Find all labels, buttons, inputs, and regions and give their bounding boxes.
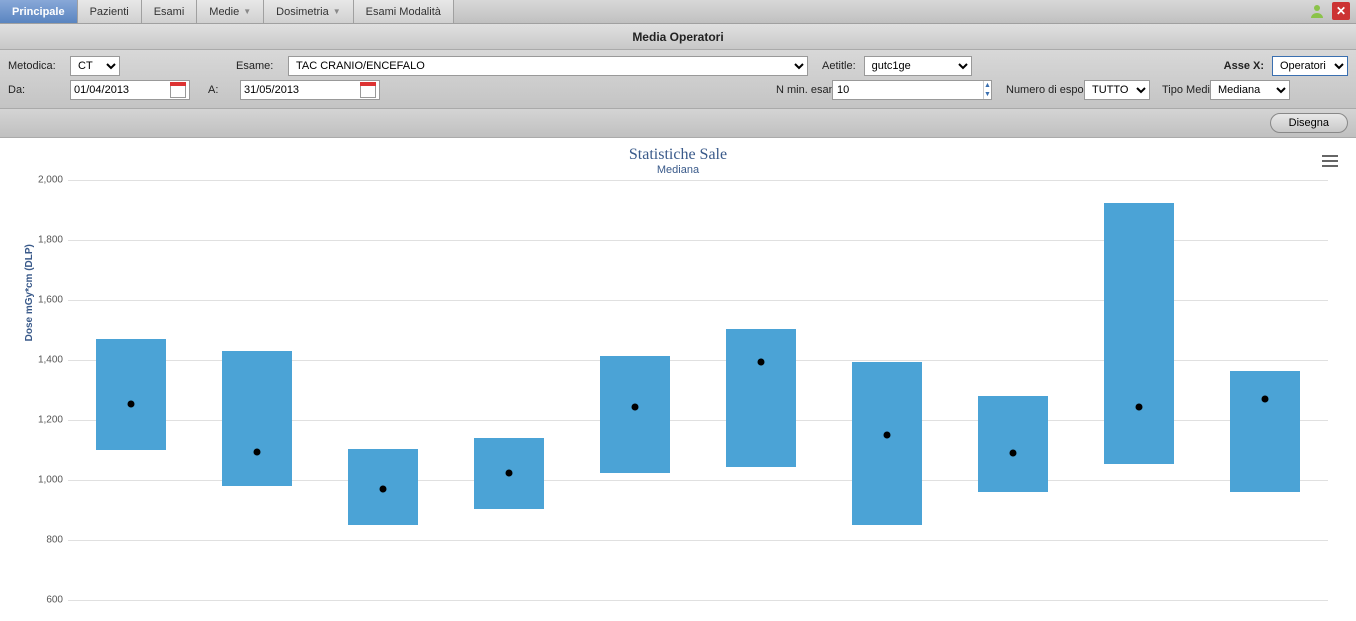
numesp-select[interactable]: TUTTO [1084, 80, 1150, 100]
median-dot[interactable] [128, 400, 135, 407]
chart-plot: Dose mGy*cm (DLP) 6008001,0001,2001,4001… [68, 180, 1328, 600]
aetitle-label: Aetitle: [822, 60, 856, 72]
numesp-label: Numero di esposizioni: [1006, 84, 1076, 96]
chart-title: Statistiche Sale [18, 146, 1338, 164]
median-dot[interactable] [1262, 396, 1269, 403]
page-title: Media Operatori [0, 24, 1356, 50]
median-dot[interactable] [758, 358, 765, 365]
top-nav: PrincipalePazientiEsamiMedie▼Dosimetria▼… [0, 0, 1356, 24]
range-bar[interactable] [600, 356, 671, 473]
range-bar[interactable] [1104, 203, 1175, 464]
nav-tab[interactable]: Pazienti [78, 0, 142, 23]
nav-tab[interactable]: Dosimetria▼ [264, 0, 354, 23]
chart-area: Statistiche Sale Mediana Dose mGy*cm (DL… [0, 138, 1356, 617]
spin-down-icon[interactable]: ▼ [984, 90, 991, 99]
close-icon[interactable]: ✕ [1332, 2, 1350, 20]
assex-label: Asse X: [1224, 60, 1264, 72]
y-tick: 800 [28, 535, 63, 546]
spin-up-icon[interactable]: ▲ [984, 81, 991, 90]
chart-menu-icon[interactable] [1322, 152, 1338, 170]
range-bar[interactable] [852, 362, 923, 526]
a-input[interactable] [240, 80, 380, 100]
nav-tabs: PrincipalePazientiEsamiMedie▼Dosimetria▼… [0, 0, 454, 23]
chart-subtitle: Mediana [18, 164, 1338, 176]
da-label: Da: [8, 84, 62, 96]
da-input[interactable] [70, 80, 190, 100]
metodica-select[interactable]: CT [70, 56, 120, 76]
range-bar[interactable] [978, 396, 1049, 492]
bar-slot [194, 180, 320, 600]
bar-slot [572, 180, 698, 600]
median-dot[interactable] [506, 469, 513, 476]
median-dot[interactable] [1136, 403, 1143, 410]
range-bar[interactable] [1230, 371, 1301, 493]
range-bar[interactable] [726, 329, 797, 467]
chevron-down-icon: ▼ [243, 7, 251, 16]
a-label: A: [208, 84, 232, 96]
action-row: Disegna [0, 109, 1356, 138]
nav-tab[interactable]: Esami Modalità [354, 0, 454, 23]
assex-select[interactable]: Operatori [1272, 56, 1348, 76]
bar-slot [320, 180, 446, 600]
median-dot[interactable] [1010, 450, 1017, 457]
range-bar[interactable] [96, 339, 167, 450]
nav-tab[interactable]: Medie▼ [197, 0, 264, 23]
esame-select[interactable]: TAC CRANIO/ENCEFALO [288, 56, 808, 76]
bar-slot [950, 180, 1076, 600]
median-dot[interactable] [380, 486, 387, 493]
y-tick: 1,400 [28, 355, 63, 366]
nmin-spinner[interactable]: ▲▼ [832, 80, 992, 100]
bar-slot [1076, 180, 1202, 600]
draw-button[interactable]: Disegna [1270, 113, 1348, 133]
y-tick: 2,000 [28, 175, 63, 186]
nav-tab[interactable]: Principale [0, 0, 78, 23]
bar-slot [1202, 180, 1328, 600]
calendar-icon[interactable] [170, 82, 186, 98]
nmin-field[interactable] [833, 84, 983, 96]
nav-tab[interactable]: Esami [142, 0, 198, 23]
y-tick: 1,800 [28, 235, 63, 246]
tipomedia-label: Tipo Media: [1162, 84, 1202, 96]
user-icon[interactable] [1308, 2, 1326, 20]
bar-slot [446, 180, 572, 600]
range-bar[interactable] [222, 351, 293, 486]
median-dot[interactable] [254, 448, 261, 455]
y-tick: 600 [28, 595, 63, 606]
gridline [68, 600, 1328, 601]
bar-slot [824, 180, 950, 600]
y-tick: 1,600 [28, 295, 63, 306]
y-tick: 1,000 [28, 475, 63, 486]
filter-panel: Metodica: CT Esame: TAC CRANIO/ENCEFALO … [0, 50, 1356, 109]
aetitle-select[interactable]: gutc1ge [864, 56, 972, 76]
metodica-label: Metodica: [8, 60, 62, 72]
esame-label: Esame: [236, 60, 280, 72]
bar-slot [68, 180, 194, 600]
calendar-icon[interactable] [360, 82, 376, 98]
chevron-down-icon: ▼ [333, 7, 341, 16]
da-field[interactable] [74, 84, 159, 96]
a-field[interactable] [244, 84, 329, 96]
bars-container [68, 180, 1328, 600]
y-tick: 1,200 [28, 415, 63, 426]
median-dot[interactable] [632, 403, 639, 410]
bar-slot [698, 180, 824, 600]
median-dot[interactable] [884, 432, 891, 439]
tipomedia-select[interactable]: Mediana [1210, 80, 1290, 100]
nmin-label: N min. esami : [776, 84, 824, 96]
y-axis-label: Dose mGy*cm (DLP) [24, 244, 35, 341]
